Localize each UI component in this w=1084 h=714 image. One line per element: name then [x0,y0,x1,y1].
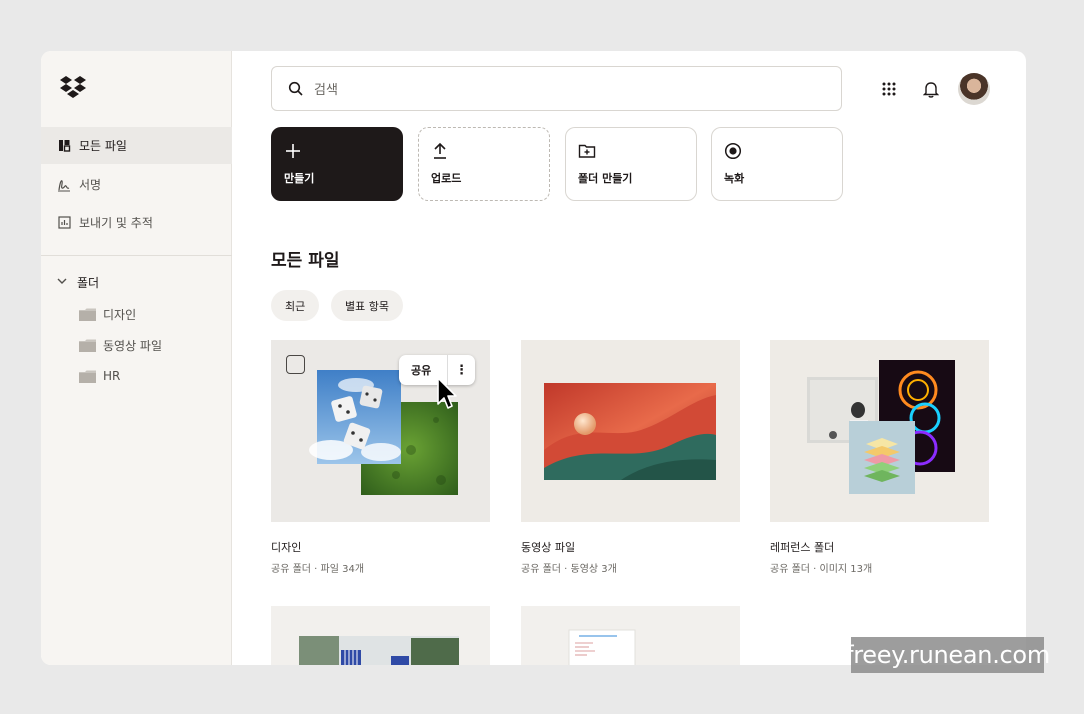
page-title: 모든 파일 [271,251,340,271]
card-subtitle: 공유 폴더 · 이미지 13개 [770,564,873,575]
folder-icon [79,308,96,321]
videos-thumbnail [544,383,716,480]
hr-thumbnail [299,636,459,665]
action-label: 만들기 [284,172,315,185]
folders-toggle[interactable]: 폴더 [57,274,99,291]
bell-icon[interactable] [922,80,940,98]
action-label: 업로드 [431,172,462,185]
sidebar-item-signature[interactable]: 서명 [41,166,232,203]
card-subtitle: 공유 폴더 · 파일 34개 [271,564,365,575]
sidebar-item-send-track[interactable]: 보내기 및 추적 [41,204,232,241]
folder-card-videos[interactable] [521,340,740,522]
folder-card-design[interactable]: 공유 ⋮ [271,340,490,522]
dropbox-logo[interactable] [59,75,87,101]
select-checkbox[interactable] [286,355,305,374]
folder-card-reference[interactable] [770,340,989,522]
folder-label: 디자인 [103,308,137,322]
plus-icon [286,144,300,158]
sidebar-item-label: 모든 파일 [79,139,127,153]
mouse-cursor-icon [437,377,457,409]
chart-icon [57,216,71,230]
watermark: freey.runean.com [845,637,1050,673]
main-content: 검색 만들기 업로드 폴더 만들기 녹화 모든 파일 최근 별표 항목 공유 ⋮… [232,51,1026,665]
sidebar-item-label: 보내기 및 추적 [79,216,153,230]
upload-button[interactable]: 업로드 [418,127,550,201]
document-thumbnail [568,629,636,665]
folder-icon [79,370,96,383]
folder-plus-icon [578,144,596,158]
card-subtitle: 공유 폴더 · 동영상 3개 [521,564,617,575]
folders-label: 폴더 [77,276,100,290]
card-title[interactable]: 레퍼런스 폴더 [770,539,834,555]
action-label: 녹화 [724,172,745,185]
sidebar-item-all-files[interactable]: 모든 파일 [41,127,232,164]
sidebar: 모든 파일 서명 보내기 및 추적 폴더 디자인 동영상 파일 HR [41,51,232,665]
card-title[interactable]: 디자인 [271,539,301,555]
filter-starred[interactable]: 별표 항목 [331,290,403,321]
chevron-down-icon [57,277,67,288]
search-input[interactable]: 검색 [271,66,842,111]
action-label: 폴더 만들기 [578,172,633,185]
search-placeholder: 검색 [314,83,338,98]
file-card-document[interactable] [521,606,740,665]
upload-icon [434,142,446,159]
folder-label: 동영상 파일 [103,339,163,353]
reference-thumbnail [807,360,955,494]
create-button[interactable]: 만들기 [271,127,403,201]
folder-card-hr[interactable] [271,606,490,665]
avatar[interactable] [958,73,990,105]
sidebar-divider [41,255,232,256]
top-icons [856,73,990,105]
record-button[interactable]: 녹화 [711,127,843,201]
search-icon [288,81,303,96]
sidebar-folder-hr[interactable]: HR [79,369,120,383]
apps-grid-icon[interactable] [880,80,898,98]
folder-icon [79,339,96,352]
create-folder-button[interactable]: 폴더 만들기 [565,127,697,201]
sidebar-item-label: 서명 [79,178,102,192]
filter-recent[interactable]: 최근 [271,290,320,321]
files-icon [57,139,71,153]
app-window: 모든 파일 서명 보내기 및 추적 폴더 디자인 동영상 파일 HR 검색 만들… [41,51,1026,665]
record-icon [724,142,742,160]
sidebar-folder-videos[interactable]: 동영상 파일 [79,337,162,354]
sidebar-folder-design[interactable]: 디자인 [79,306,136,323]
card-title[interactable]: 동영상 파일 [521,539,575,555]
folder-label: HR [103,369,121,383]
signature-icon [57,178,71,192]
